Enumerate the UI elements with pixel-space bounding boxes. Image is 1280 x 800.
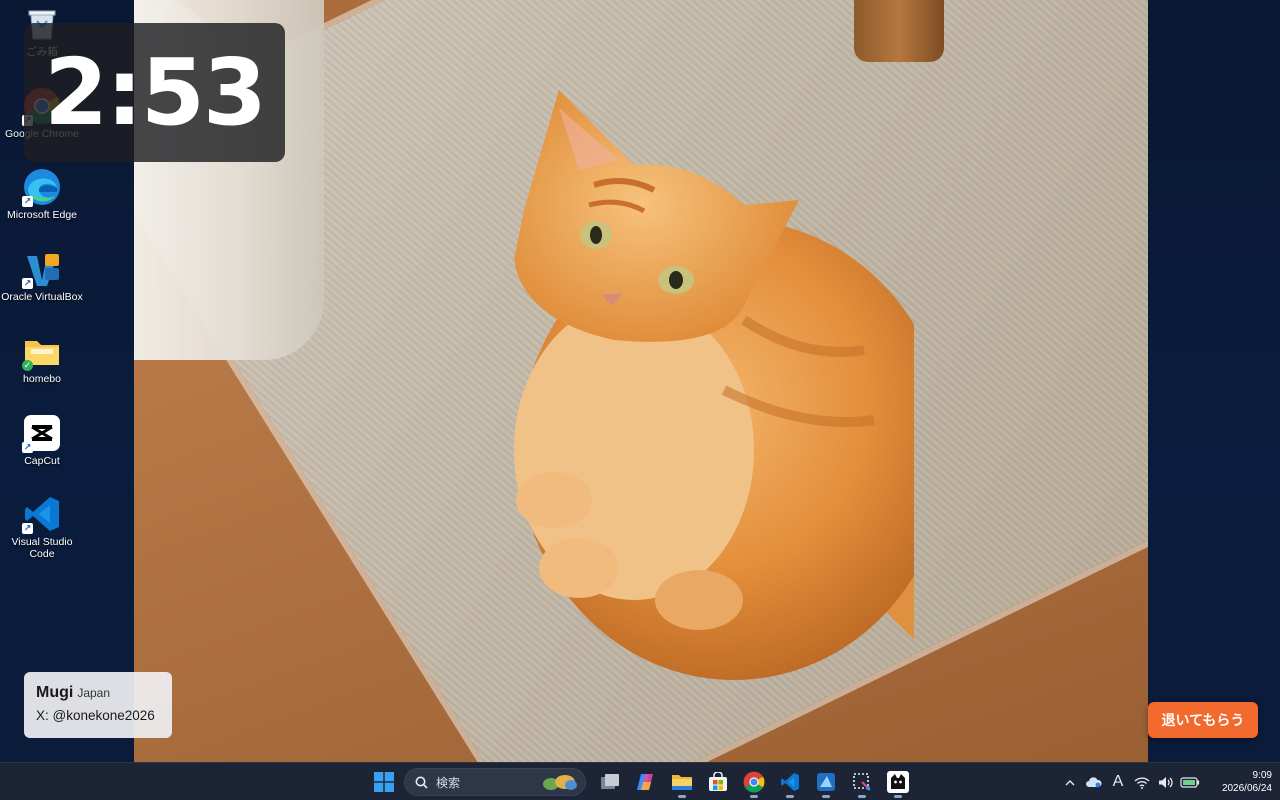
- move-cat-button[interactable]: 退いてもらう: [1148, 702, 1258, 738]
- credit-handle: X: @konekone2026: [36, 708, 155, 723]
- desktop-icon-label: Microsoft Edge: [6, 209, 78, 221]
- microsoft-store-button[interactable]: [700, 765, 736, 799]
- taskbar: 検索 A 9:09 2026/06/24: [0, 762, 1280, 800]
- windows-icon: [374, 772, 394, 792]
- folder-icon: [672, 775, 692, 790]
- onedrive-cloud-icon: [1086, 777, 1102, 788]
- shortcut-arrow-icon: ↗: [22, 278, 33, 289]
- vscode-icon: ↗: [22, 494, 62, 534]
- battery-icon: [1180, 777, 1200, 788]
- desktop-icon-label: CapCut: [24, 455, 60, 467]
- shortcut-arrow-icon: ↗: [22, 442, 33, 453]
- shortcut-arrow-icon: ↗: [22, 196, 33, 207]
- chevron-up-icon: [1065, 779, 1075, 785]
- wallpaper-photo: [134, 0, 1148, 762]
- azure-taskbar-button[interactable]: [808, 765, 844, 799]
- store-icon: [709, 772, 727, 791]
- show-hidden-icons-button[interactable]: [1058, 767, 1082, 797]
- desktop-icon-homebo[interactable]: ✓ homebo: [0, 331, 84, 409]
- shortcut-arrow-icon: ↗: [22, 523, 33, 534]
- desktop-icon-vscode[interactable]: ↗ Visual Studio Code: [0, 494, 84, 572]
- ime-indicator[interactable]: A: [1106, 767, 1130, 797]
- search-icon: [415, 776, 428, 789]
- chrome-taskbar-button[interactable]: [736, 765, 772, 799]
- furniture-leg: [854, 0, 944, 62]
- vscode-taskbar-button[interactable]: [772, 765, 808, 799]
- task-view-button[interactable]: [592, 765, 628, 799]
- taskbar-time: 9:09: [1252, 770, 1272, 781]
- desktop: ごみ箱 ↗ Google Chrome: [0, 0, 1280, 762]
- wifi-button[interactable]: [1130, 767, 1154, 797]
- sync-check-icon: ✓: [22, 360, 33, 371]
- wifi-icon: [1134, 776, 1150, 789]
- desktop-icon-capcut[interactable]: ↗ CapCut: [0, 413, 84, 491]
- snipping-tool-button[interactable]: [844, 765, 880, 799]
- photo-credit-card: Mugi Japan X: @konekone2026: [24, 672, 172, 738]
- desktop-icon-edge[interactable]: ↗ Microsoft Edge: [0, 167, 84, 245]
- battery-button[interactable]: [1178, 767, 1202, 797]
- edge-icon: ↗: [22, 167, 62, 207]
- desktop-icon-label: Visual Studio Code: [11, 536, 73, 560]
- clock-time: 2:53: [44, 38, 267, 146]
- credit-name: Mugi: [36, 684, 74, 701]
- onedrive-button[interactable]: [1082, 767, 1106, 797]
- desktop-icon-label: homebo: [23, 373, 61, 385]
- capcut-icon: ↗: [22, 413, 62, 453]
- folder-icon: ✓: [22, 331, 62, 371]
- desktop-icon-label: Oracle VirtualBox: [1, 291, 83, 303]
- search-placeholder: 検索: [436, 775, 461, 790]
- task-view-icon: [601, 774, 619, 789]
- speaker-icon: [1159, 776, 1173, 788]
- taskbar-clock[interactable]: 9:09 2026/06/24: [1206, 769, 1272, 795]
- copilot-icon: [637, 774, 653, 790]
- clock-widget[interactable]: 2:53: [24, 23, 285, 162]
- copilot-button[interactable]: [628, 765, 664, 799]
- search-highlight-icon: [543, 775, 577, 790]
- system-tray: A 9:09 2026/06/24: [1058, 763, 1280, 800]
- taskbar-apps: 検索: [366, 763, 916, 800]
- taskbar-date: 2026/06/24: [1221, 783, 1272, 794]
- cat-image: [514, 90, 914, 680]
- chrome-icon: [743, 771, 765, 793]
- desktop-icon-virtualbox[interactable]: ↗ Oracle VirtualBox: [0, 249, 84, 327]
- azure-icon: [817, 773, 835, 791]
- vscode-icon: [781, 773, 799, 791]
- cat-app-button[interactable]: [880, 765, 916, 799]
- file-explorer-button[interactable]: [664, 765, 700, 799]
- start-button[interactable]: [366, 765, 402, 799]
- credit-title: Mugi Japan: [36, 684, 160, 702]
- snipping-icon: [853, 773, 871, 791]
- credit-country: Japan: [77, 686, 111, 700]
- virtualbox-icon: ↗: [22, 249, 62, 289]
- taskbar-search-box[interactable]: 検索: [404, 768, 586, 796]
- volume-button[interactable]: [1154, 767, 1178, 797]
- cat-icon: [887, 771, 909, 793]
